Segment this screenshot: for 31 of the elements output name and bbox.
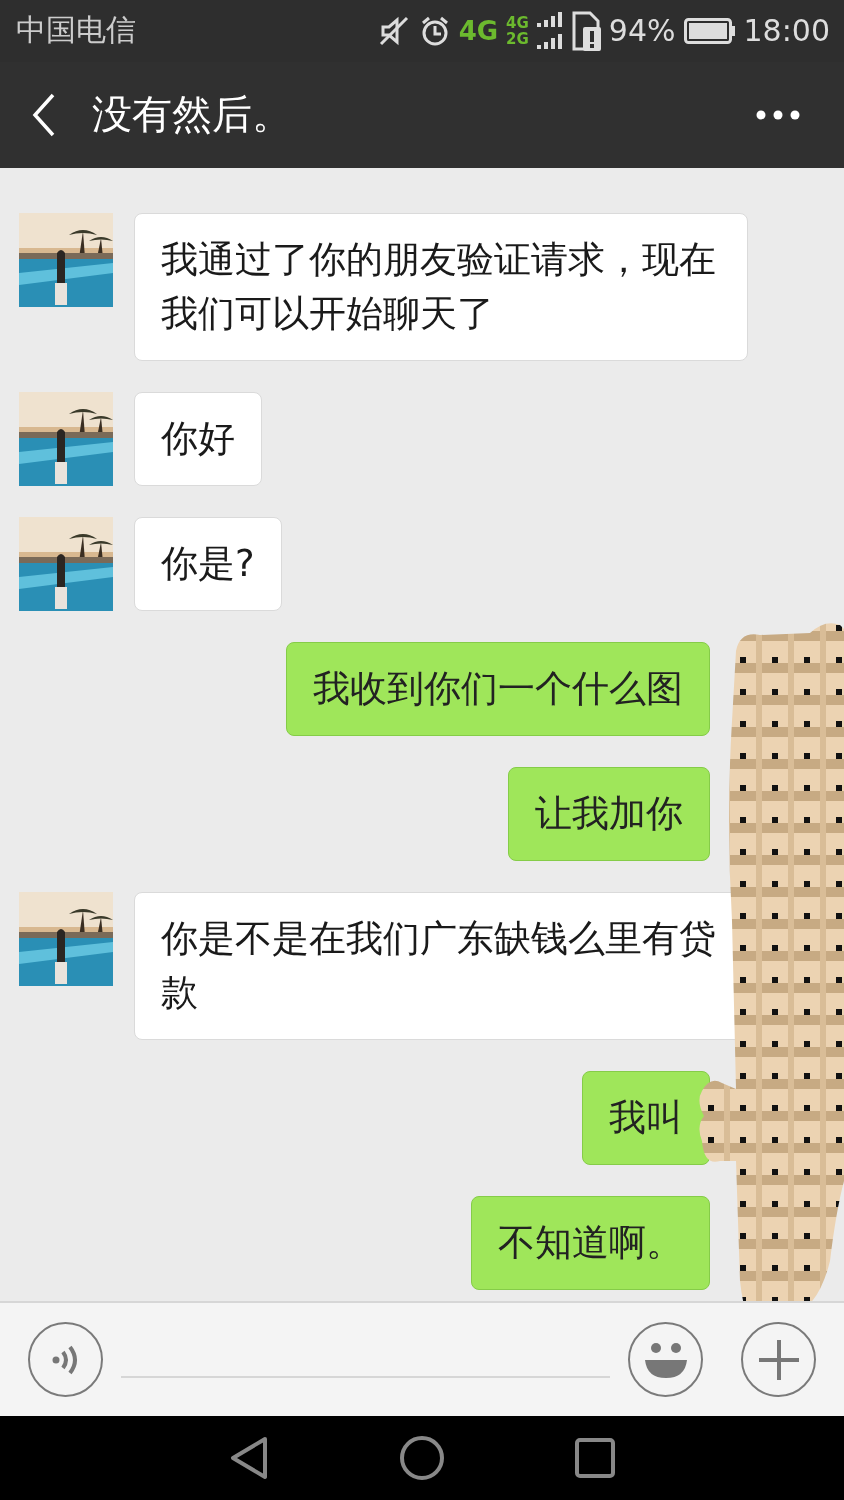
back-nav-button[interactable] [229,1435,269,1482]
received-message-bubble: 你是? [134,516,282,611]
battery-icon [683,17,736,44]
network-label: 4G [458,15,499,46]
recents-nav-button[interactable] [575,1438,615,1479]
chat-title: 没有然后。 [92,90,293,140]
sim-card-icon [570,10,601,51]
square-recents-icon [575,1438,615,1479]
circle-home-icon [399,1435,445,1482]
triangle-back-icon [229,1435,269,1482]
more-icon [756,108,800,121]
battery-percent: 94% [608,13,676,49]
back-button[interactable] [32,92,56,137]
plus-icon [756,1337,801,1382]
sent-message-bubble: 不知道啊。 [471,1195,710,1290]
received-message-bubble: 你好 [134,391,262,486]
more-button[interactable] [756,108,800,121]
signal-icon [536,10,563,51]
received-message-bubble: 我通过了你的朋友验证请求，现在我们可以开始聊天了 [134,212,748,361]
clock-time: 18:00 [743,13,830,49]
add-button[interactable] [741,1322,816,1398]
sim-network-label: 2G [506,30,529,47]
carrier-name: 中国电信 [16,11,136,50]
back-icon [32,92,56,137]
sent-message-bubble: 我收到你们一个什么图 [286,641,710,736]
sent-message-bubble: 让我加你 [508,766,710,861]
sim-network-label: 4G [506,14,529,31]
emoji-button[interactable] [628,1322,703,1398]
voice-button[interactable] [28,1322,103,1398]
home-nav-button[interactable] [399,1435,445,1482]
sent-message-bubble: 我叫 [582,1070,710,1165]
